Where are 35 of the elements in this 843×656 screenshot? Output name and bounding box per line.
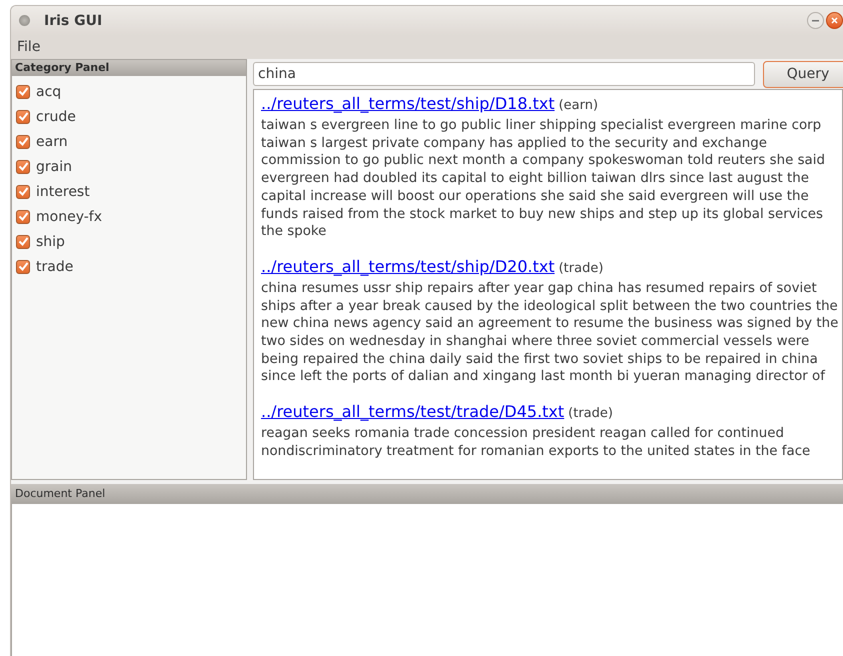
close-icon [831, 17, 838, 24]
checkbox[interactable] [16, 160, 30, 174]
category-label: crude [36, 108, 76, 124]
category-label: money-fx [36, 208, 102, 224]
window-title: Iris GUI [44, 12, 104, 28]
minimize-icon [812, 20, 819, 22]
file-link[interactable]: ../reuters_all_terms/test/trade/D45.txt [261, 402, 564, 422]
category-tag: (trade) [568, 404, 613, 424]
category-tag: (earn) [558, 96, 598, 116]
category-label: grain [36, 158, 72, 174]
search-field[interactable]: china [253, 62, 755, 86]
panel-title: Document Panel [11, 484, 843, 504]
category-tag: (trade) [558, 258, 604, 279]
checkbox[interactable] [16, 234, 30, 248]
checkbox[interactable] [16, 184, 30, 198]
category-label: earn [36, 134, 68, 150]
checkbox[interactable] [16, 134, 30, 148]
document-snippet: reagan seeks romania trade concession president reagan called for continued nondiscriminatory treatment for romanian exports to the united states in the face [261, 425, 812, 461]
category-label: interest [36, 184, 90, 200]
close-button[interactable] [826, 12, 843, 29]
checkbox[interactable] [16, 260, 30, 274]
document-snippet: taiwan s evergreen line to go public liner shipping specialist evergreen marine corp taiwan s largest private company has applied to the security and exchange commission to go public next month a company spokeswoman told reuters she said evergreen had doubled its capital to eight billion taiwan dlrs since last august the capital increase will boost our operations she said she said evergreen will use the funds raised from the stock market to buy new ships and step up its global services the spoke [261, 117, 826, 241]
query-button[interactable]: Query [763, 60, 843, 88]
menu-item[interactable]: File [17, 39, 40, 55]
category-label: ship [36, 234, 65, 250]
file-link[interactable]: ../reuters_all_terms/test/ship/D18.txt [261, 94, 555, 114]
checkbox[interactable] [16, 110, 30, 124]
checkbox[interactable] [16, 84, 30, 98]
minimize-button[interactable] [807, 12, 824, 29]
category-label: acq [36, 84, 62, 100]
file-link[interactable]: ../reuters_all_terms/test/ship/D20.txt [261, 256, 555, 277]
panel-title: Category Panel [12, 60, 246, 76]
document-snippet: china resumes ussr ship repairs after year gap china has resumed repairs of soviet ships after a year break caused by the ideological split between the two countries the new china news agency said an agreement to resume the business was signed by the two sides on wednesday in shanghai where three soviet commercial vessels were being repaired the china daily said the first two soviet ships to be repaired in china since left the ports of dalian and xingang last month bi yueran managing director of [261, 280, 840, 386]
category-label: trade [36, 258, 74, 274]
checkbox[interactable] [16, 210, 30, 224]
